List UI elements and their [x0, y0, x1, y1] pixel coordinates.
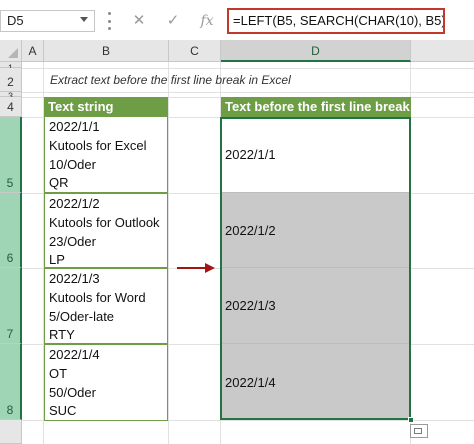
cell-d6[interactable]: 2022/1/2: [221, 193, 410, 268]
row-header-4[interactable]: 4: [0, 97, 22, 117]
dropdown-icon[interactable]: [80, 17, 88, 22]
cell-line: QR: [49, 175, 69, 191]
cell-line: RTY: [49, 327, 75, 343]
cell-line: 2022/1/2: [49, 196, 100, 211]
cell-line: SUC: [49, 403, 77, 419]
cell-d5[interactable]: 2022/1/1: [221, 117, 410, 193]
fx-icon[interactable]: fx: [194, 10, 220, 32]
header-text-before-line-break[interactable]: Text before the first line break: [221, 97, 411, 117]
cell-line: 2022/1/1: [49, 119, 100, 134]
cell-line: OT: [49, 365, 68, 381]
cell-b7[interactable]: 2022/1/3 Kutools for Word 5/Oder-late RT…: [44, 268, 168, 344]
column-header-b[interactable]: B: [44, 40, 169, 62]
cell-line: 2022/1/4: [49, 347, 100, 362]
column-header-e[interactable]: [411, 40, 474, 62]
gridline: [410, 62, 411, 444]
cell-d8[interactable]: 2022/1/4: [221, 344, 410, 420]
gridline: [22, 68, 474, 69]
cell-line: 2022/1/3: [49, 271, 100, 286]
column-header-c[interactable]: C: [169, 40, 221, 62]
sheet-title: Extract text before the first line break…: [50, 73, 291, 87]
formula-input[interactable]: =LEFT(B5, SEARCH(CHAR(10), B5)-1): [227, 8, 445, 34]
fill-handle[interactable]: [408, 417, 414, 423]
row-header-9[interactable]: [0, 420, 22, 444]
column-header-a[interactable]: A: [22, 40, 44, 62]
row-header-7[interactable]: 7: [0, 268, 22, 344]
cell-line: Kutools for Excel: [49, 137, 147, 153]
select-all-corner[interactable]: [0, 40, 22, 62]
cell-b5[interactable]: 2022/1/1 Kutools for Excel 10/Oder QR: [44, 117, 168, 193]
cell-line: 10/Oder: [49, 156, 96, 172]
formula-bar: D5 ✕ ✓ fx =LEFT(B5, SEARCH(CHAR(10), B5)…: [0, 0, 474, 40]
cell-b8[interactable]: 2022/1/4 OT 50/Oder SUC: [44, 344, 168, 421]
name-box[interactable]: D5: [0, 10, 95, 32]
row-header-2[interactable]: 2: [0, 68, 22, 92]
cell-line: 5/Oder-late: [49, 308, 115, 324]
cancel-icon[interactable]: ✕: [126, 10, 152, 32]
enter-icon[interactable]: ✓: [160, 10, 186, 32]
cell-line: Kutools for Word: [49, 289, 146, 305]
formula-bar-grip-icon[interactable]: [108, 12, 112, 30]
cell-line: 50/Oder: [49, 384, 96, 400]
header-text-string[interactable]: Text string: [44, 97, 168, 117]
quick-analysis-icon[interactable]: [410, 424, 428, 438]
gridline: [22, 92, 474, 93]
name-box-value: D5: [7, 13, 24, 28]
row-header-6[interactable]: 6: [0, 193, 22, 268]
row-header-5[interactable]: 5: [0, 117, 22, 193]
cell-line: 23/Oder: [49, 233, 96, 249]
arrow-right-icon: [177, 263, 215, 273]
row-header-8[interactable]: 8: [0, 344, 22, 420]
cell-d7[interactable]: 2022/1/3: [221, 268, 410, 344]
cell-b6[interactable]: 2022/1/2 Kutools for Outlook 23/Oder LP: [44, 193, 168, 268]
cell-line: Kutools for Outlook: [49, 214, 160, 230]
column-header-d[interactable]: D: [221, 40, 411, 62]
gridline: [168, 62, 169, 444]
